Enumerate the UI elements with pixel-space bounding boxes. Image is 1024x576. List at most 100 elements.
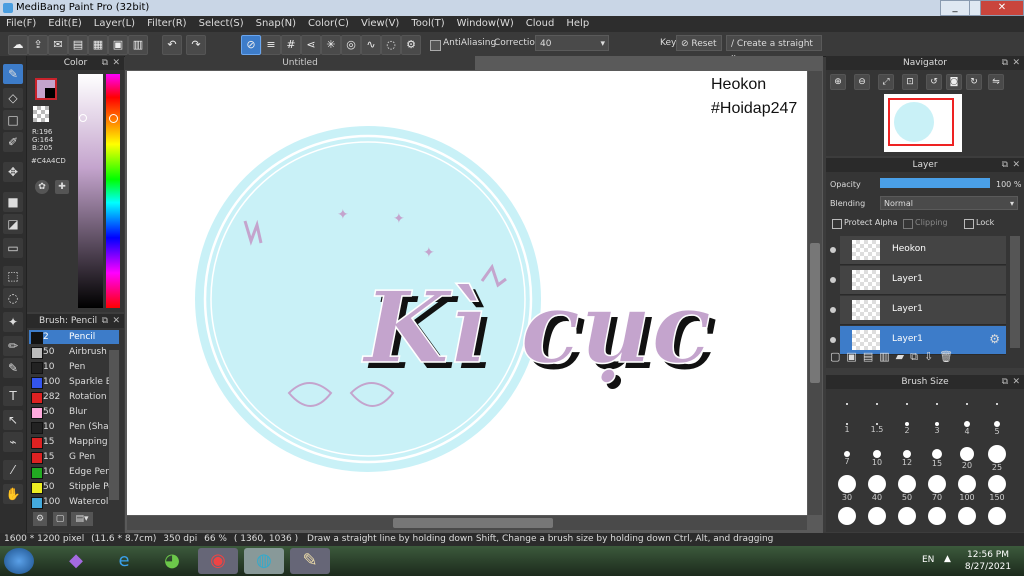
actual-size-icon[interactable]: ⊡ bbox=[902, 74, 918, 90]
brush-size-option[interactable] bbox=[952, 505, 982, 535]
delete-icon[interactable]: 🗑 bbox=[939, 350, 959, 363]
brush-size-option[interactable]: 10 bbox=[862, 443, 892, 473]
new-8bit-icon[interactable]: ▤ bbox=[863, 350, 879, 363]
clipping-checkbox[interactable] bbox=[903, 219, 913, 229]
lock-checkbox[interactable] bbox=[964, 219, 974, 229]
saturation-bar[interactable] bbox=[78, 74, 103, 308]
brush-list-item[interactable]: 100 Sparkle B bbox=[29, 375, 119, 389]
close-icon[interactable]: ✕ bbox=[112, 56, 120, 70]
menu-filter[interactable]: Filter(R) bbox=[141, 16, 193, 31]
divide-tool-icon[interactable]: ⌁ bbox=[3, 432, 23, 452]
flip-icon[interactable]: ⇋ bbox=[988, 74, 1004, 90]
new-layer-icon[interactable]: ▢ bbox=[830, 350, 846, 363]
brush-add-icon[interactable]: ▢ bbox=[53, 512, 67, 526]
brush-list-scrollbar[interactable] bbox=[109, 350, 119, 500]
antialiasing-checkbox[interactable] bbox=[430, 40, 441, 51]
snap-vanish-icon[interactable]: ⋖ bbox=[301, 35, 321, 55]
snap-off-icon[interactable]: ⊘ bbox=[241, 35, 261, 55]
visual-studio-icon[interactable]: ◆ bbox=[56, 548, 96, 574]
menu-cloud[interactable]: Cloud bbox=[520, 16, 561, 31]
select-pen-icon[interactable]: ✏ bbox=[3, 336, 23, 356]
palette-icon[interactable]: ✿ bbox=[35, 180, 49, 194]
brush-size-option[interactable]: 5 bbox=[982, 413, 1012, 443]
brush-menu-icon[interactable]: ▤▾ bbox=[71, 512, 93, 526]
new-1bit-icon[interactable]: ▥ bbox=[879, 350, 895, 363]
bucket-tool-icon[interactable]: ◪ bbox=[3, 214, 23, 234]
menu-color[interactable]: Color(C) bbox=[302, 16, 355, 31]
layer-row[interactable]: Layer1 bbox=[830, 296, 1006, 325]
brush-size-option[interactable]: 7 bbox=[832, 443, 862, 473]
visibility-icon[interactable] bbox=[830, 247, 836, 253]
tray-icon[interactable]: ▲ bbox=[944, 554, 951, 564]
brush-size-option[interactable]: 3 bbox=[922, 413, 952, 443]
merge-icon[interactable]: ⇩ bbox=[924, 350, 939, 363]
menu-help[interactable]: Help bbox=[560, 16, 595, 31]
pen-tool-icon[interactable]: ✐ bbox=[3, 132, 23, 152]
brush-size-option[interactable]: 15 bbox=[922, 443, 952, 473]
secondary-color-swatch[interactable] bbox=[45, 88, 55, 98]
undock-icon[interactable]: ⧉ bbox=[1002, 375, 1008, 389]
brush-size-option[interactable] bbox=[892, 505, 922, 535]
brush-tool-icon[interactable]: ✎ bbox=[3, 64, 23, 84]
zoom-out-icon[interactable]: ⊖ bbox=[854, 74, 870, 90]
brush-size-option[interactable] bbox=[922, 505, 952, 535]
undock-icon[interactable]: ⧉ bbox=[1002, 56, 1008, 70]
brush-size-option[interactable]: 70 bbox=[922, 473, 952, 503]
brush-list-item[interactable]: 50 Airbrush bbox=[29, 345, 119, 359]
menu-select[interactable]: Select(S) bbox=[193, 16, 250, 31]
brush-size-option[interactable]: 50 bbox=[892, 473, 922, 503]
print-icon[interactable]: ▥ bbox=[128, 35, 148, 55]
brush-size-option[interactable] bbox=[832, 505, 862, 535]
visibility-icon[interactable] bbox=[830, 307, 836, 313]
close-icon[interactable]: ✕ bbox=[112, 314, 120, 328]
correction-select[interactable]: 40 ▾ bbox=[535, 35, 609, 51]
undock-icon[interactable]: ⧉ bbox=[102, 56, 108, 70]
rotate-right-icon[interactable]: ↻ bbox=[966, 74, 982, 90]
snap-circle-icon[interactable]: ◎ bbox=[341, 35, 361, 55]
brush-size-option[interactable]: 30 bbox=[832, 473, 862, 503]
rotate-reset-icon[interactable]: ◙ bbox=[946, 74, 962, 90]
lasso-tool-icon[interactable]: ◌ bbox=[3, 288, 23, 308]
visibility-icon[interactable] bbox=[830, 277, 836, 283]
hand-tool-icon[interactable]: ✋ bbox=[3, 484, 23, 504]
brush-size-option[interactable]: 1 bbox=[832, 413, 862, 443]
brush-size-option[interactable]: 4 bbox=[952, 413, 982, 443]
menu-snap[interactable]: Snap(N) bbox=[250, 16, 302, 31]
operation-tool-icon[interactable]: ↖ bbox=[3, 410, 23, 430]
share-icon[interactable]: ⇪ bbox=[28, 35, 48, 55]
text-tool-icon[interactable]: T bbox=[3, 386, 23, 406]
document-icon[interactable]: ▦ bbox=[88, 35, 108, 55]
coccoc-icon[interactable]: ◕ bbox=[152, 548, 192, 574]
close-icon[interactable]: ✕ bbox=[1012, 375, 1020, 389]
canvas-tab[interactable]: Untitled bbox=[125, 56, 475, 70]
paint-icon[interactable]: ✎ bbox=[290, 548, 330, 574]
brush-list-item[interactable]: 10 Pen bbox=[29, 360, 119, 374]
brush-list-item[interactable]: 10 Edge Pen bbox=[29, 465, 119, 479]
brush-list-item[interactable]: 50 Blur bbox=[29, 405, 119, 419]
brush-list-item[interactable]: 15 G Pen bbox=[29, 450, 119, 464]
brush-size-option[interactable]: 12 bbox=[892, 443, 922, 473]
comment-icon[interactable]: ✉ bbox=[48, 35, 68, 55]
undock-icon[interactable]: ⧉ bbox=[102, 314, 108, 328]
shape-tool-icon[interactable]: □ bbox=[3, 110, 23, 130]
saturation-handle[interactable] bbox=[79, 114, 87, 122]
brush-list-item[interactable]: 50 Stipple Pe bbox=[29, 480, 119, 494]
horizontal-scroll-thumb[interactable] bbox=[393, 518, 553, 528]
close-icon[interactable]: ✕ bbox=[1012, 158, 1020, 172]
layer-row[interactable]: Heokon bbox=[830, 236, 1006, 265]
undo-icon[interactable]: ↶ bbox=[162, 35, 182, 55]
brush-size-option[interactable] bbox=[862, 505, 892, 535]
transparent-color-swatch[interactable] bbox=[33, 106, 49, 122]
minimize-button[interactable]: _ bbox=[940, 0, 970, 16]
gradient-tool-icon[interactable]: ▭ bbox=[3, 238, 23, 258]
fit-icon[interactable]: ⤢ bbox=[878, 74, 894, 90]
brush-list-item[interactable]: 2 Pencil bbox=[29, 330, 119, 344]
layer-scrollbar[interactable] bbox=[1010, 236, 1020, 348]
eraser-tool-icon[interactable]: ◇ bbox=[3, 88, 23, 108]
snap-parallel-icon[interactable]: ≡ bbox=[261, 35, 281, 55]
brush-list-item[interactable]: 10 Pen (Sha bbox=[29, 420, 119, 434]
canvas-vertical-scrollbar[interactable] bbox=[808, 71, 822, 515]
brush-settings-icon[interactable]: ⚙ bbox=[33, 512, 47, 526]
brush-size-option[interactable]: 150 bbox=[982, 473, 1012, 503]
layer-row[interactable]: Layer1 bbox=[830, 266, 1006, 295]
